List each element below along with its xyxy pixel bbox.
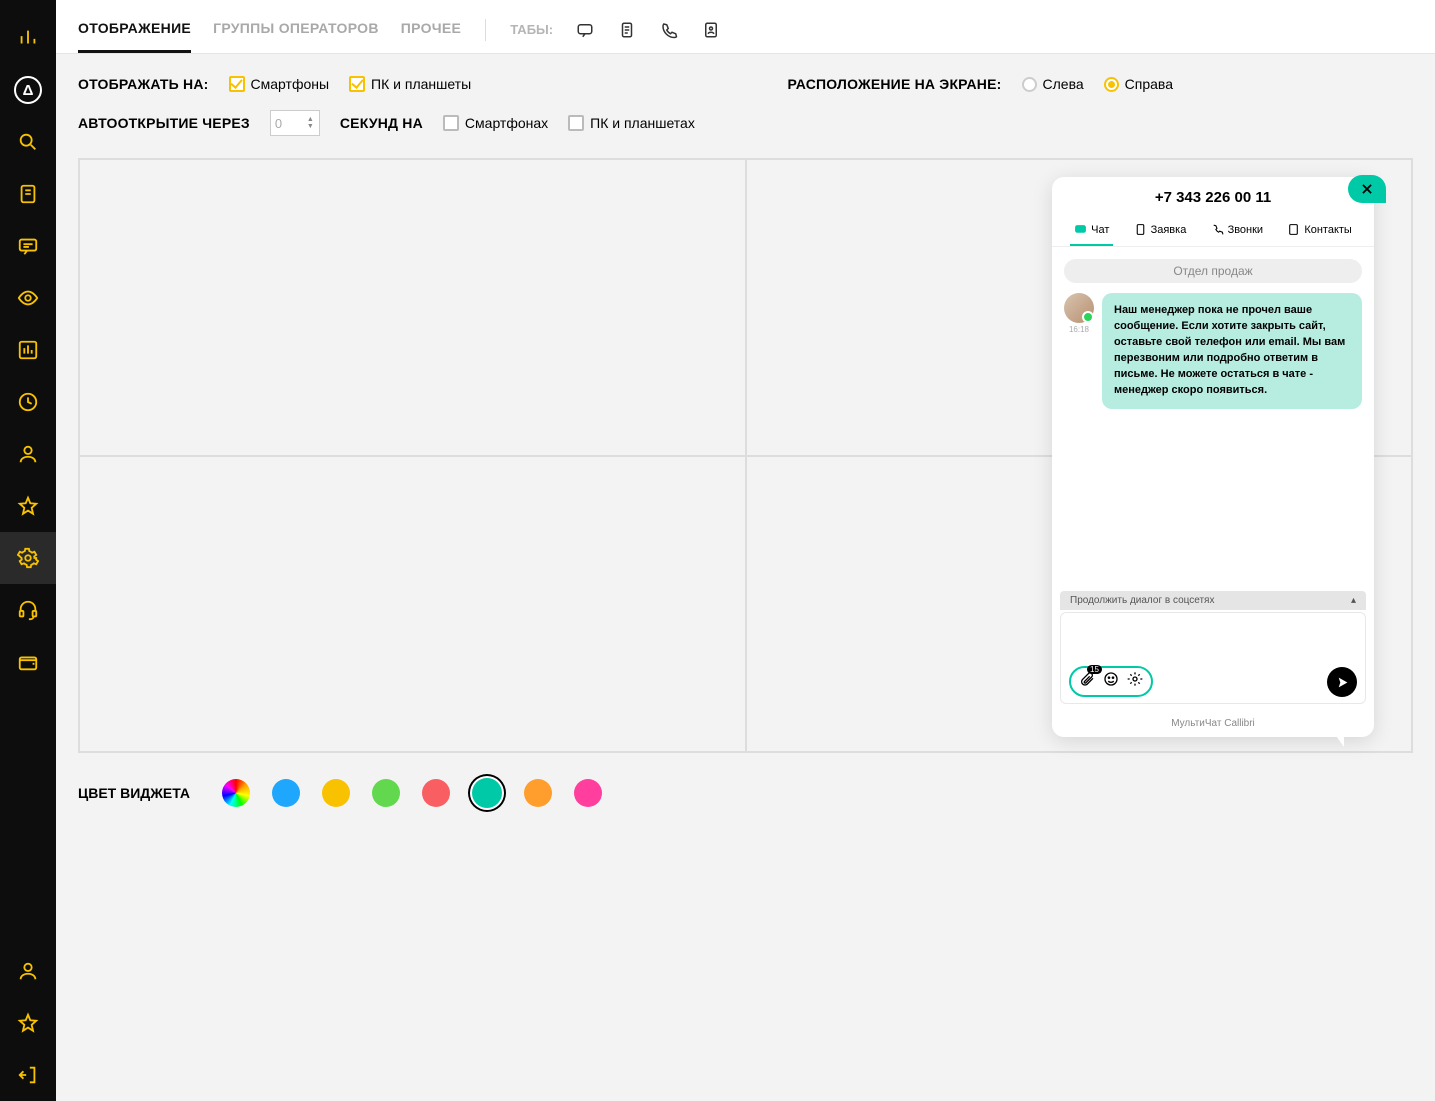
avatar-time: 16:18: [1064, 325, 1094, 334]
star-icon[interactable]: [0, 480, 56, 532]
social-bar[interactable]: Продолжить диалог в соцсетях ▴: [1060, 591, 1366, 610]
attach-badge: 15: [1087, 665, 1102, 674]
star2-icon[interactable]: [0, 997, 56, 1049]
person2-icon[interactable]: [0, 945, 56, 997]
display-on-label: ОТОБРАЖАТЬ НА:: [78, 76, 209, 92]
spin-down-icon[interactable]: ▼: [307, 123, 317, 130]
department-pill: Отдел продаж: [1064, 259, 1362, 283]
autoopen-seconds[interactable]: 0▲▼: [270, 110, 320, 136]
autoopen-pre: АВТООТКРЫТИЕ ЧЕРЕЗ: [78, 115, 250, 131]
swatch-pink[interactable]: [574, 779, 602, 807]
caret-up-icon: ▴: [1351, 595, 1356, 606]
bars-icon[interactable]: [0, 12, 56, 64]
tab-groups[interactable]: ГРУППЫ ОПЕРАТОРОВ: [213, 12, 379, 53]
wtab-contacts[interactable]: Контакты: [1283, 217, 1356, 246]
swatch-blue[interactable]: [272, 779, 300, 807]
wtab-calls[interactable]: Звонки: [1207, 217, 1268, 246]
tab-chat-icon[interactable]: [575, 20, 595, 40]
avatar: [1064, 293, 1094, 323]
chk-desktops[interactable]: ПК и планшеты: [349, 76, 471, 92]
tabs-caption: ТАБЫ:: [510, 22, 553, 37]
tab-other[interactable]: ПРОЧЕЕ: [401, 12, 461, 53]
settings-icon[interactable]: [0, 532, 56, 584]
main: ОТОБРАЖЕНИЕ ГРУППЫ ОПЕРАТОРОВ ПРОЧЕЕ ТАБ…: [56, 0, 1435, 1101]
search-icon[interactable]: [0, 116, 56, 168]
attach-icon[interactable]: 15: [1079, 671, 1095, 692]
wtab-form[interactable]: Заявка: [1130, 217, 1191, 246]
emoji-icon[interactable]: [1103, 671, 1119, 692]
chk-auto-smart[interactable]: Смартфонах: [443, 115, 548, 131]
swatch-rainbow[interactable]: [222, 779, 250, 807]
tool-pill: 15: [1069, 666, 1153, 697]
chat-widget: +7 343 226 00 11 Чат Заявка Звонки Конта…: [1052, 177, 1374, 737]
swatch-red[interactable]: [422, 779, 450, 807]
stats-icon[interactable]: [0, 324, 56, 376]
widget-tabs: Чат Заявка Звонки Контакты: [1052, 211, 1374, 247]
color-row: ЦВЕТ ВИДЖЕТА: [56, 753, 1435, 833]
clock-icon[interactable]: [0, 376, 56, 428]
headset-icon[interactable]: [0, 584, 56, 636]
widget-phone: +7 343 226 00 11: [1155, 189, 1271, 206]
send-button[interactable]: [1327, 667, 1357, 697]
tab-display[interactable]: ОТОБРАЖЕНИЕ: [78, 12, 191, 53]
chk-auto-desk[interactable]: ПК и планшетах: [568, 115, 695, 131]
document-icon[interactable]: [0, 168, 56, 220]
preview-cell-bl: [79, 456, 746, 753]
swatch-teal[interactable]: [472, 778, 502, 808]
radio-right[interactable]: Справа: [1104, 76, 1173, 92]
placement-label: РАСПОЛОЖЕНИЕ НА ЭКРАНЕ:: [787, 76, 1001, 92]
eye-icon[interactable]: [0, 272, 56, 324]
person-icon[interactable]: [0, 428, 56, 480]
swatch-orange[interactable]: [524, 779, 552, 807]
widget-close-button[interactable]: [1348, 175, 1386, 203]
preview-cell-tl: [79, 159, 746, 456]
widget-footer: МультиЧат Callibri: [1052, 712, 1374, 737]
logout-icon[interactable]: [0, 1049, 56, 1101]
preview-area: +7 343 226 00 11 Чат Заявка Звонки Конта…: [78, 158, 1413, 753]
message-bubble: Наш менеджер пока не прочел ваше сообщен…: [1102, 293, 1362, 409]
message-row: 16:18 Наш менеджер пока не прочел ваше с…: [1064, 293, 1362, 409]
wtab-chat[interactable]: Чат: [1070, 217, 1113, 246]
autoopen-post: СЕКУНД НА: [340, 115, 423, 131]
radio-left[interactable]: Слева: [1022, 76, 1084, 92]
tab-phone-icon[interactable]: [659, 20, 679, 40]
chk-smartphones[interactable]: Смартфоны: [229, 76, 330, 92]
logo-icon[interactable]: Δ: [0, 64, 56, 116]
spin-up-icon[interactable]: ▲: [307, 116, 317, 123]
tab-contacts-icon[interactable]: [701, 20, 721, 40]
controls: ОТОБРАЖАТЬ НА: Смартфоны ПК и планшеты Р…: [56, 54, 1435, 158]
chat-icon[interactable]: [0, 220, 56, 272]
wallet-icon[interactable]: [0, 636, 56, 688]
tab-form-icon[interactable]: [617, 20, 637, 40]
swatch-green[interactable]: [372, 779, 400, 807]
color-label: ЦВЕТ ВИДЖЕТА: [78, 785, 190, 801]
gear-icon[interactable]: [1127, 671, 1143, 692]
sidebar: Δ: [0, 0, 56, 1101]
swatch-yellow[interactable]: [322, 779, 350, 807]
message-input[interactable]: 15: [1060, 612, 1366, 704]
tabs-bar: ОТОБРАЖЕНИЕ ГРУППЫ ОПЕРАТОРОВ ПРОЧЕЕ ТАБ…: [56, 0, 1435, 54]
